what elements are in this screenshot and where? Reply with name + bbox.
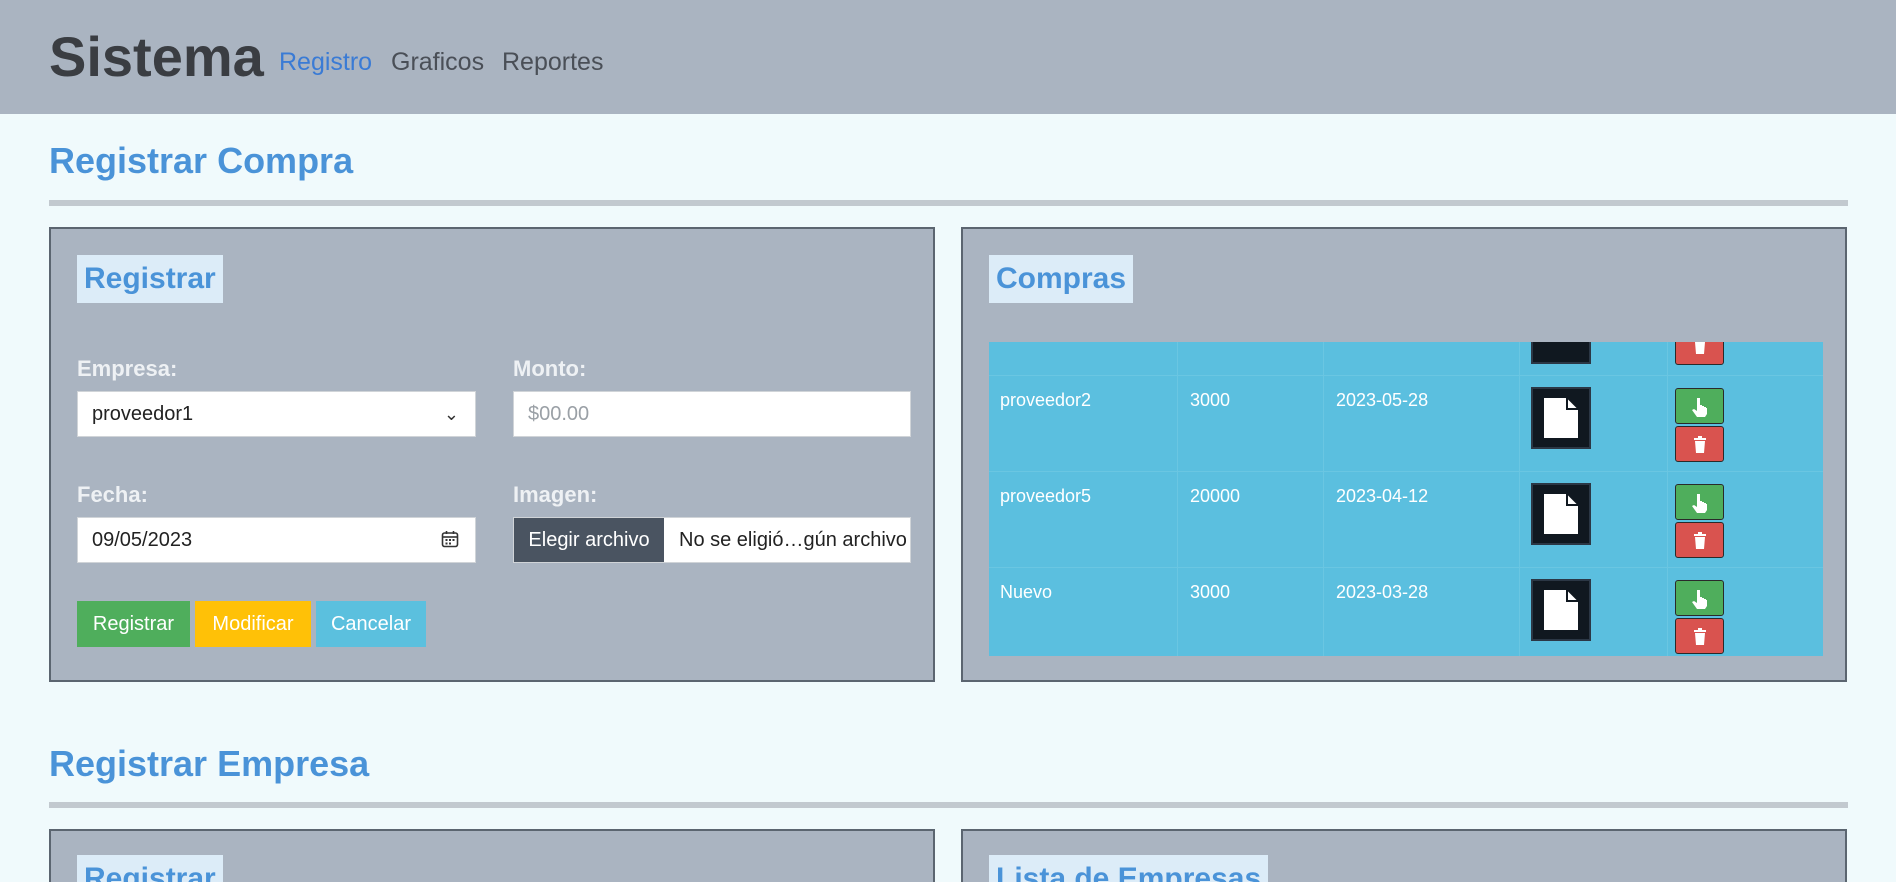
hand-pointer-icon	[1692, 494, 1707, 513]
section-divider	[49, 200, 1848, 206]
empresa-select[interactable]: proveedor1 ⌄	[77, 391, 476, 437]
document-icon[interactable]	[1531, 579, 1591, 641]
monto-placeholder: $00.00	[528, 403, 590, 425]
section-title-compra: Registrar Compra	[49, 140, 354, 181]
delete-button[interactable]	[1675, 522, 1724, 558]
row-divider	[989, 567, 1823, 568]
section-title-empresa: Registrar Empresa	[49, 743, 370, 784]
cell-fecha: 2023-03-28	[1336, 582, 1429, 602]
hand-pointer-icon	[1692, 398, 1707, 417]
cell-fecha: 2023-05-28	[1336, 390, 1429, 410]
imagen-file-input[interactable]: Elegir archivo No se eligió…gún archivo	[513, 517, 911, 563]
cancelar-button[interactable]: Cancelar	[316, 601, 426, 647]
nav-link-registro[interactable]: Registro	[279, 46, 372, 78]
edit-button[interactable]	[1675, 580, 1724, 616]
section-divider	[49, 802, 1848, 808]
fecha-input[interactable]: 09/05/2023	[77, 517, 476, 563]
nav-link-reportes[interactable]: Reportes	[502, 46, 603, 78]
cell-fecha: 2023-04-12	[1336, 486, 1429, 506]
trash-icon	[1694, 628, 1706, 645]
calendar-icon[interactable]	[441, 530, 459, 548]
compras-table[interactable]: proveedor2 3000 2023-05-28 proveedor5 20…	[989, 342, 1823, 656]
cell-empresa: proveedor5	[1000, 486, 1092, 506]
empresa-label: Empresa:	[77, 356, 178, 381]
file-status-text: No se eligió…gún archivo	[679, 529, 907, 551]
row-divider	[989, 471, 1823, 472]
nav-link-graficos[interactable]: Graficos	[391, 46, 484, 78]
delete-button[interactable]	[1675, 618, 1724, 654]
empresa-form-panel: Registrar	[49, 829, 935, 882]
panel-title: Registrar	[77, 855, 223, 882]
modificar-button[interactable]: Modificar	[195, 601, 311, 647]
delete-button[interactable]	[1675, 342, 1724, 365]
column-divider	[1177, 342, 1178, 656]
cell-monto: 20000	[1190, 486, 1241, 506]
navbar: Sistema Registro Graficos Reportes	[0, 0, 1896, 114]
document-icon[interactable]	[1531, 342, 1591, 364]
compra-form-panel: Registrar Empresa: proveedor1 ⌄ Monto: $…	[49, 227, 935, 682]
trash-icon	[1694, 532, 1706, 549]
document-icon[interactable]	[1531, 483, 1591, 545]
column-divider	[1519, 342, 1520, 656]
brand-title[interactable]: Sistema	[49, 22, 264, 92]
edit-button[interactable]	[1675, 484, 1724, 520]
trash-icon	[1694, 436, 1706, 453]
trash-icon	[1695, 342, 1705, 354]
panel-title: Registrar	[77, 255, 223, 303]
fecha-value: 09/05/2023	[92, 529, 193, 551]
chevron-down-icon: ⌄	[443, 404, 459, 424]
monto-label: Monto:	[513, 356, 587, 381]
column-divider	[1667, 342, 1668, 656]
cell-monto: 3000	[1190, 390, 1231, 410]
row-divider	[989, 375, 1823, 376]
edit-button[interactable]	[1675, 388, 1724, 424]
document-icon[interactable]	[1531, 387, 1591, 449]
imagen-label: Imagen:	[513, 482, 598, 507]
monto-input[interactable]: $00.00	[513, 391, 911, 437]
panel-title: Lista de Empresas	[989, 855, 1269, 882]
delete-button[interactable]	[1675, 426, 1724, 462]
empresa-select-value: proveedor1	[92, 403, 194, 425]
cell-empresa: Nuevo	[1000, 582, 1053, 602]
hand-pointer-icon	[1692, 590, 1707, 609]
cell-empresa: proveedor2	[1000, 390, 1092, 410]
cell-monto: 3000	[1190, 582, 1231, 602]
panel-title: Compras	[989, 255, 1134, 303]
choose-file-button[interactable]: Elegir archivo	[514, 518, 664, 562]
fecha-label: Fecha:	[77, 482, 148, 507]
column-divider	[1323, 342, 1324, 656]
empresas-list-panel: Lista de Empresas	[961, 829, 1847, 882]
registrar-button[interactable]: Registrar	[77, 601, 190, 647]
compras-list-panel: Compras proveedor2 3000 2023-05-28 prove…	[961, 227, 1847, 682]
